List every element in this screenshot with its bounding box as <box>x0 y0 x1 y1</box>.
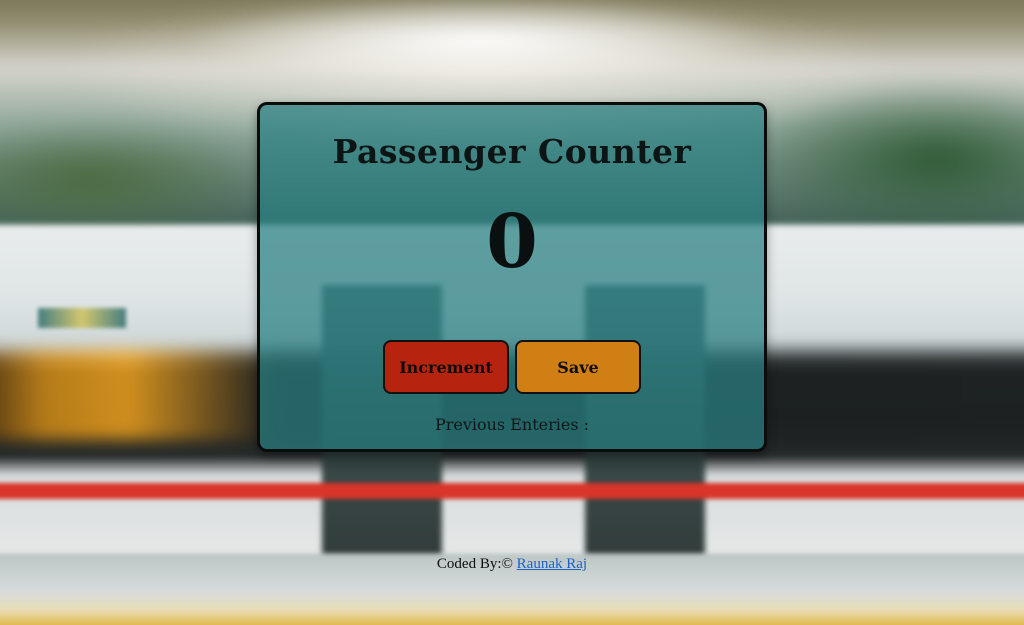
background-train-sign <box>38 308 126 328</box>
previous-entries-label: Previous Enteries : <box>434 415 590 434</box>
increment-button[interactable]: Increment <box>383 340 509 394</box>
background-trees-left <box>0 120 270 240</box>
button-row: Increment Save <box>260 340 764 394</box>
page-title: Passenger Counter <box>332 132 692 171</box>
save-button[interactable]: Save <box>515 340 641 394</box>
footer-prefix: Coded By:© <box>436 556 517 572</box>
background-trees-right <box>744 80 1024 240</box>
counter-card: Passenger Counter 0 Increment Save Previ… <box>257 102 767 452</box>
footer-credit: Coded By:© Raunak Raj <box>0 556 1024 573</box>
background-train-stripe <box>0 483 1024 499</box>
previous-entries-text: Previous Enteries : <box>260 415 764 434</box>
passenger-count: 0 <box>486 199 538 285</box>
author-link[interactable]: Raunak Raj <box>517 556 587 572</box>
